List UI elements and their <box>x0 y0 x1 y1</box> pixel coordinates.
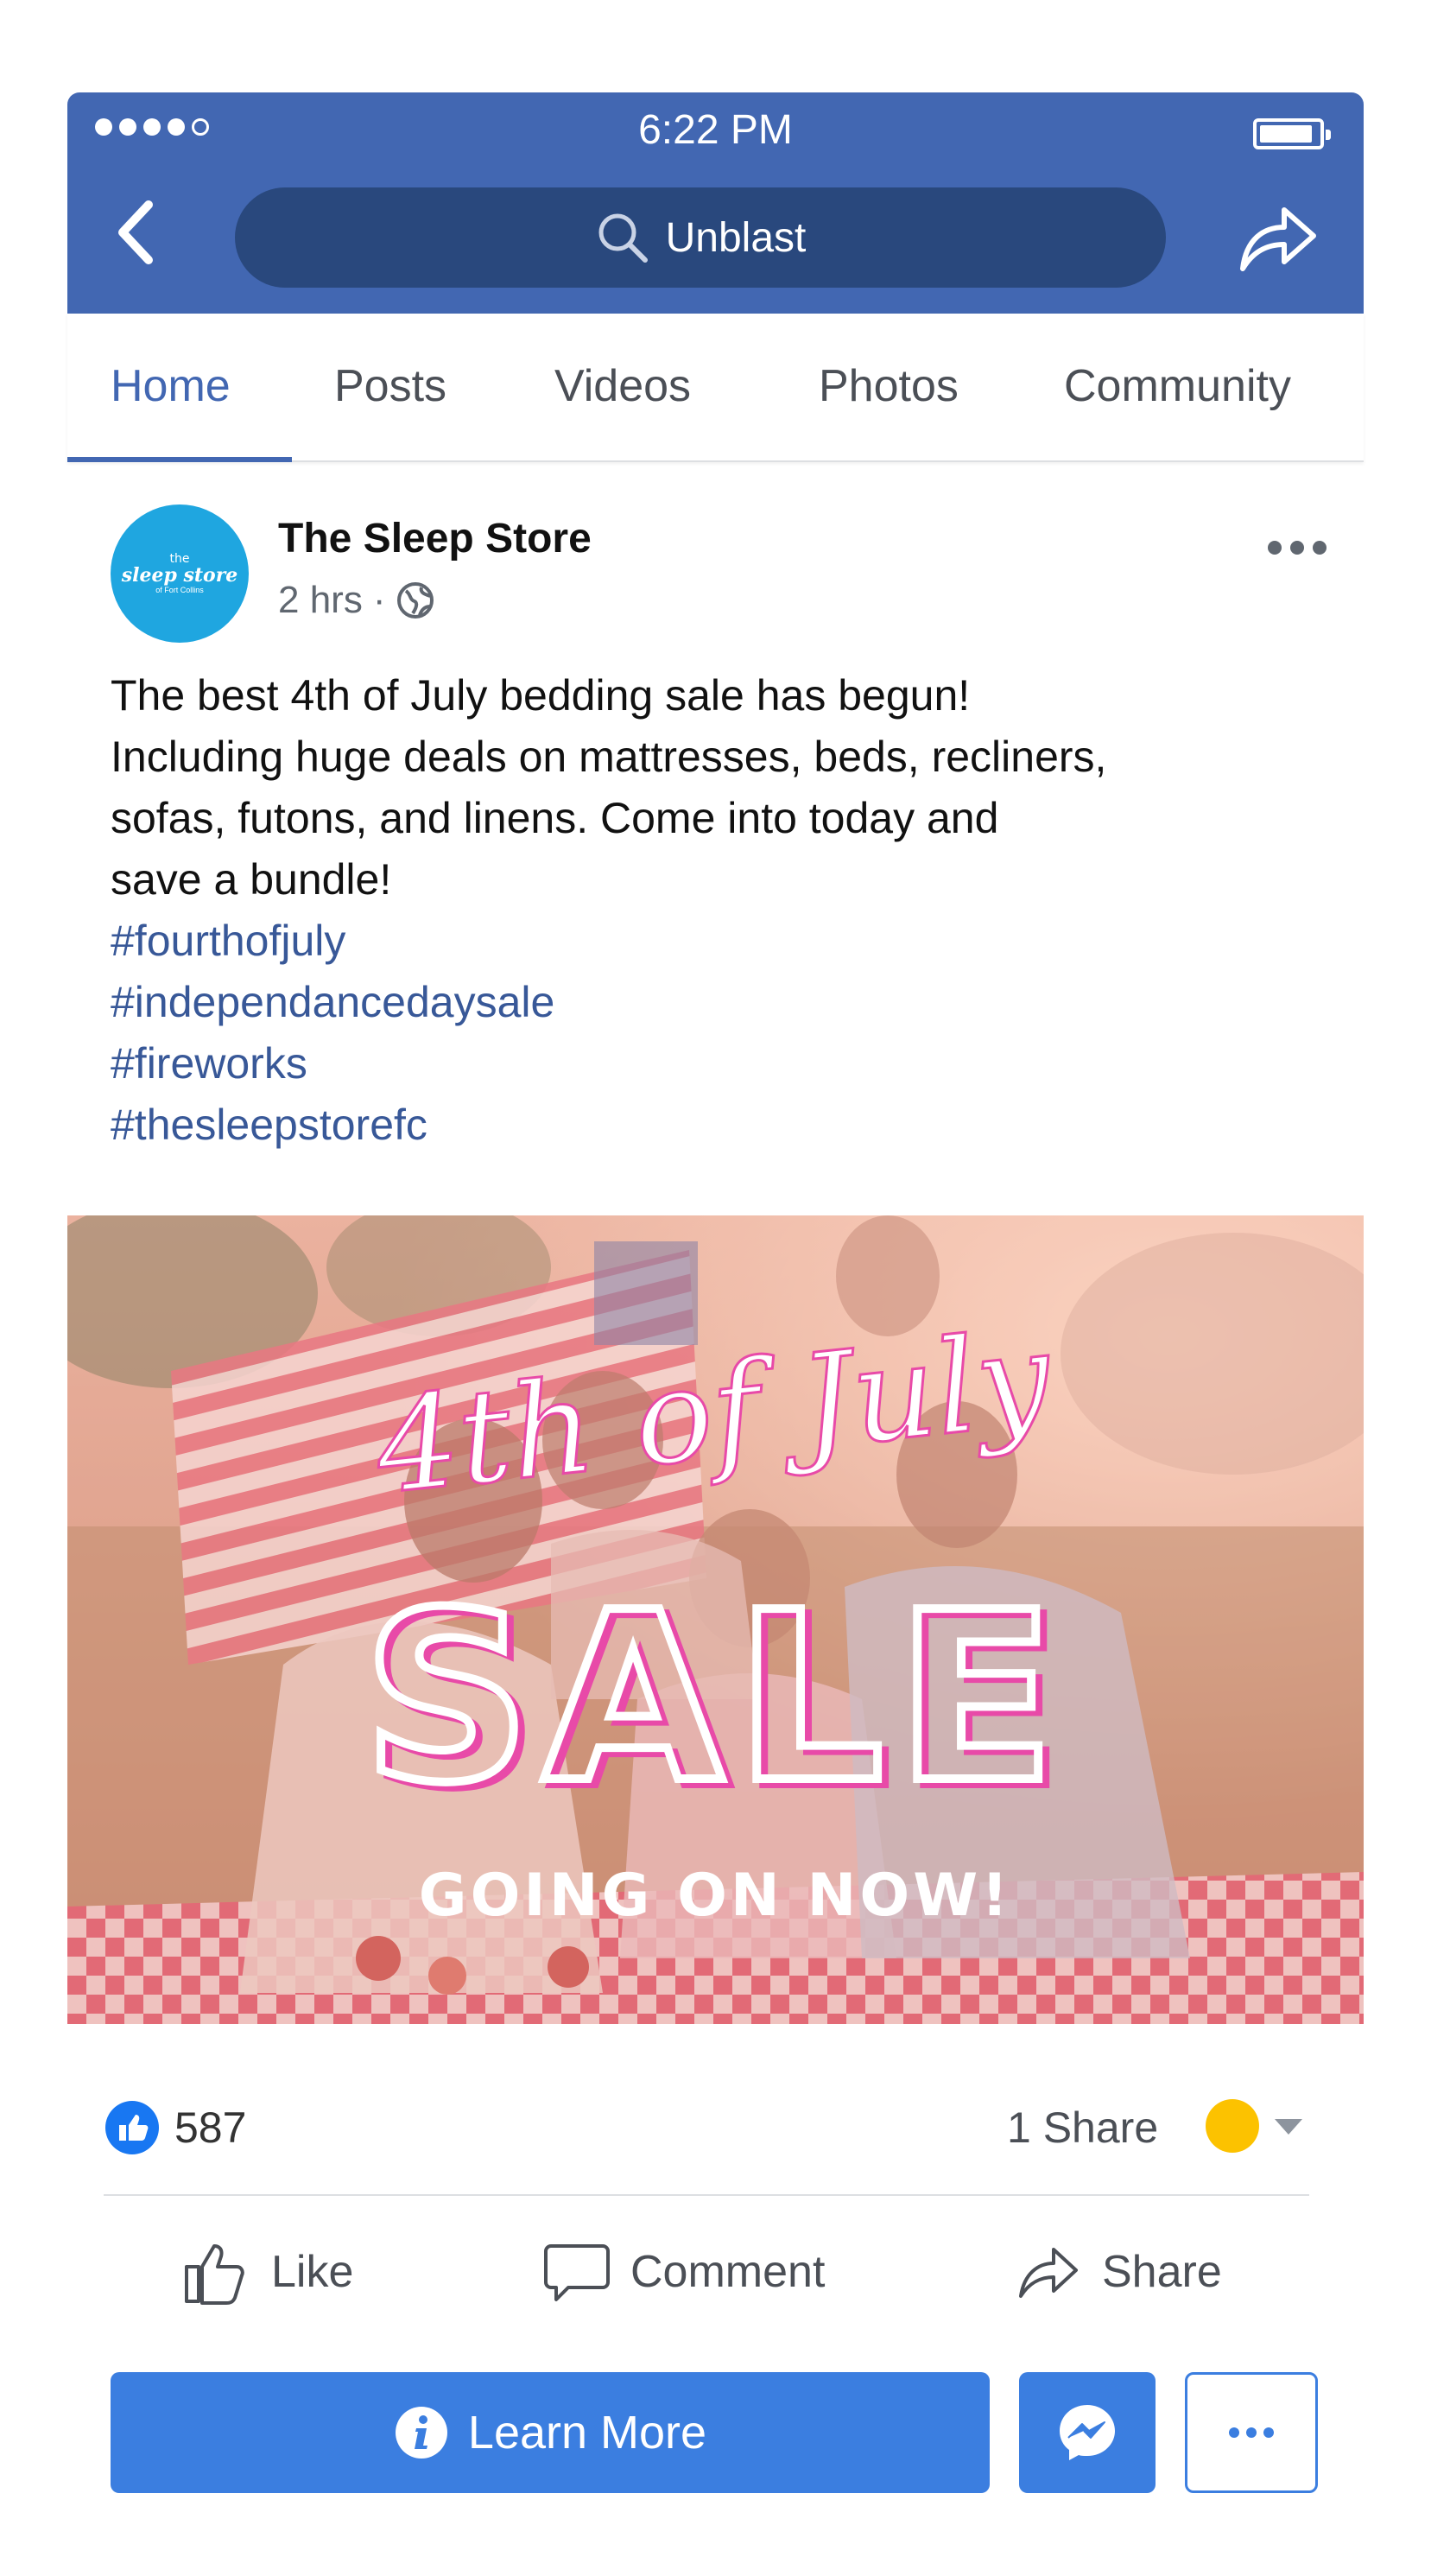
like-button[interactable]: Like <box>181 2229 353 2315</box>
tab-posts[interactable]: Posts <box>334 314 446 459</box>
thumbs-up-icon <box>185 2244 244 2305</box>
learn-more-button[interactable]: Learn More <box>111 2372 990 2493</box>
meta-separator: · <box>372 579 386 621</box>
tab-photos[interactable]: Photos <box>819 314 959 459</box>
share-button[interactable]: Share <box>1016 2229 1222 2315</box>
page-name-link[interactable]: The Sleep Store <box>278 515 592 562</box>
caret-down-icon <box>1275 2119 1302 2135</box>
active-tab-indicator <box>67 457 292 462</box>
more-dots-icon <box>1229 2427 1274 2438</box>
post-message: The best 4th of July bedding sale has be… <box>111 671 1107 904</box>
share-arrow-icon <box>1240 207 1316 271</box>
more-options-button[interactable] <box>1185 2372 1318 2493</box>
hashtag-link[interactable]: #independancedaysale <box>111 972 1337 1033</box>
sale-banner-graphic: 4th of July SALE SALE GOING ON NOW! <box>67 1215 1364 2024</box>
page-tabs: Home Posts Videos Photos Community <box>67 314 1364 462</box>
more-dots-icon <box>1268 541 1327 555</box>
search-query: Unblast <box>665 214 807 261</box>
reactions-summary[interactable]: 587 <box>104 2099 246 2156</box>
messenger-icon <box>1060 2405 1115 2460</box>
post-time[interactable]: 2 hrs <box>278 579 363 622</box>
share-count[interactable]: 1 Share <box>1007 2103 1158 2153</box>
comment-bubble-icon <box>544 2244 610 2301</box>
battery-icon <box>1253 118 1331 149</box>
search-bar[interactable]: Unblast <box>235 187 1166 288</box>
post-image[interactable]: 4th of July SALE SALE GOING ON NOW! <box>67 1215 1364 2024</box>
tab-community[interactable]: Community <box>1064 314 1291 459</box>
avatar-logo-line3: of Fort Collins <box>155 586 204 594</box>
chevron-left-icon <box>118 200 153 264</box>
search-icon <box>598 213 648 263</box>
globe-icon <box>397 582 434 619</box>
info-icon <box>395 2407 447 2459</box>
hashtag-link[interactable]: #fireworks <box>111 1033 1337 1094</box>
hashtag-link[interactable]: #thesleepstorefc <box>111 1094 1337 1156</box>
like-reaction-icon <box>105 2101 159 2154</box>
post-body: The best 4th of July bedding sale has be… <box>111 665 1337 1156</box>
banner-sale-text: SALE <box>363 1562 1067 1834</box>
post-options-button[interactable] <box>1263 522 1332 574</box>
like-label: Like <box>271 2247 354 2297</box>
like-count: 587 <box>174 2103 247 2152</box>
banner-subtext: GOING ON NOW! <box>419 1862 1011 1930</box>
learn-more-label: Learn More <box>467 2407 707 2459</box>
post-meta: 2 hrs · <box>278 579 435 622</box>
avatar-logo-line1: the <box>169 552 190 566</box>
tab-videos[interactable]: Videos <box>554 314 691 459</box>
status-time: 6:22 PM <box>638 107 793 153</box>
yellow-reaction-icon <box>1206 2099 1259 2153</box>
avatar-logo-line2: sleep store <box>121 564 238 587</box>
comment-button[interactable]: Comment <box>544 2229 825 2315</box>
tab-home[interactable]: Home <box>111 314 231 459</box>
messenger-button[interactable] <box>1019 2372 1156 2493</box>
reaction-selector[interactable] <box>1204 2097 1304 2154</box>
header-share-button[interactable] <box>1234 194 1320 281</box>
back-button[interactable] <box>111 198 162 267</box>
share-arrow-icon <box>1019 2248 1078 2298</box>
hashtag-link[interactable]: #fourthofjuly <box>111 910 1337 972</box>
divider <box>104 2194 1309 2196</box>
share-label: Share <box>1102 2247 1222 2297</box>
page-avatar[interactable]: the sleep store of Fort Collins <box>111 504 249 643</box>
comment-label: Comment <box>630 2247 826 2297</box>
app-header: 6:22 PM Unblast <box>67 92 1364 314</box>
